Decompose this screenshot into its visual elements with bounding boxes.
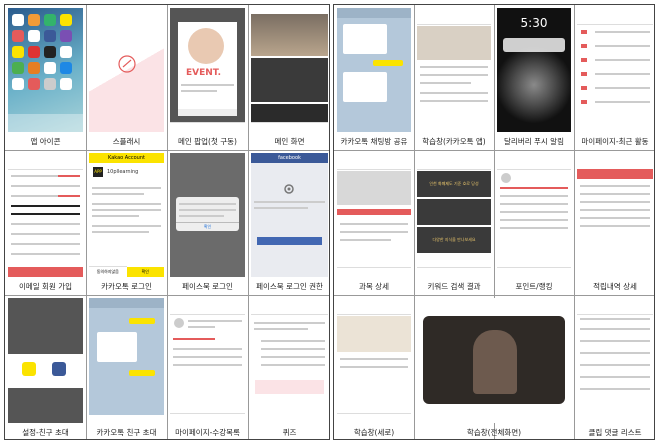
points-detail-screen	[577, 153, 653, 277]
signup-button[interactable]	[8, 267, 83, 277]
push-notification[interactable]	[503, 38, 565, 52]
lecturer-photo	[473, 330, 517, 394]
cell-facebook-permission: facebook 페이스북 로그인 권한	[248, 150, 329, 295]
signup-screen	[8, 153, 83, 277]
caption: 포인트/랭킹	[515, 282, 553, 291]
cell-mypage-activity: 마이페이지-최근 활동	[574, 5, 654, 150]
kakao-icon[interactable]	[22, 362, 36, 376]
cell-kakao-login: Kakao Account APP 10pllearning 동의하지않음 확인…	[86, 150, 167, 295]
right-panel: 카카오톡 채팅방 공유 학습창(카카오톡 앱) 5:30 달리버리 푸시 알림	[333, 4, 655, 440]
caption: 페이스북 로그인	[182, 282, 233, 291]
main-screen	[251, 8, 328, 132]
kakao-login-screen: Kakao Account APP 10pllearning 동의하지않음 확인	[89, 153, 164, 277]
facebook-permission-screen: facebook	[251, 153, 328, 277]
cell-push: 5:30 달리버리 푸시 알림	[494, 5, 574, 150]
left-panel: 앱 아이콘 스플래시 EVENT. 메인 팝업(첫 구동) 메인 화면 이메일 …	[4, 4, 330, 440]
home-screen	[8, 8, 83, 132]
caption: 퀴즈	[282, 428, 297, 437]
kakao-decline-button[interactable]: 동의하지않음	[89, 266, 127, 277]
caption: 카카오톡 로그인	[101, 282, 152, 291]
cell-points-detail: 적립내역 상세	[574, 150, 654, 295]
points-screen	[497, 153, 571, 277]
cell-keyword-search: 인천 화폐제도 기준 호로 당성 다양한 지식을 만나보세요 키워드 검색 결과	[414, 150, 494, 295]
child-photo	[188, 28, 224, 64]
caption: 설정-친구 초대	[22, 428, 69, 437]
cell-study-kakao: 학습창(카카오톡 앱)	[414, 5, 494, 150]
cell-kakao-invite: 카카오톡 친구 초대	[86, 295, 167, 439]
search-screen: 인천 화폐제도 기준 호로 당성 다양한 지식을 만나보세요	[417, 153, 491, 277]
caption: 학습창(카카오톡 앱)	[422, 137, 486, 146]
activity-screen	[577, 8, 653, 132]
facebook-icon[interactable]	[52, 362, 66, 376]
logo-icon	[118, 55, 136, 73]
caption: 앱 아이콘	[30, 137, 61, 146]
popup-screen: EVENT.	[170, 8, 245, 132]
cell-facebook-login: 확인 페이스북 로그인	[167, 150, 248, 295]
course-detail-screen	[337, 153, 411, 277]
banner-title: 인천 화폐제도 기준 호로 당성	[417, 171, 491, 197]
kakao-share-screen	[337, 8, 411, 132]
cell-email-signup: 이메일 회원 가입	[5, 150, 86, 295]
caption: 달리버리 푸시 알림	[504, 137, 564, 146]
caption: 마이페이지-수강목록	[175, 428, 240, 437]
event-text: EVENT.	[186, 68, 221, 78]
caption: 이메일 회원 가입	[18, 282, 73, 291]
cell-clip-comments: 클립 댓글 리스트	[574, 295, 654, 439]
caption: 키워드 검색 결과	[427, 282, 481, 291]
caption: 과목 상세	[359, 282, 389, 291]
comments-screen	[577, 298, 653, 423]
caption: 카카오톡 친구 초대	[96, 428, 157, 437]
banner-subtitle: 다양한 지식을 만나보세요	[417, 227, 491, 253]
kakao-service-name: 10pllearning	[107, 169, 139, 175]
cell-study-fullscreen: 학습창(전체화면)	[414, 295, 574, 439]
gear-icon	[284, 184, 294, 194]
study-kakao-screen	[417, 8, 491, 132]
quiz-screen	[251, 298, 328, 423]
kakao-confirm-button[interactable]: 확인	[126, 267, 164, 277]
caption: 메인 화면	[274, 137, 305, 146]
continue-button[interactable]	[257, 237, 322, 245]
caption: 페이스북 로그인 권한	[256, 282, 323, 291]
cell-settings-invite: 설정-친구 초대	[5, 295, 86, 439]
avatar	[174, 318, 184, 328]
caption: 마이페이지-최근 활동	[581, 137, 649, 146]
cell-quiz: 퀴즈	[248, 295, 329, 439]
study-fullscreen-screen	[417, 298, 571, 423]
invite-screen	[8, 298, 83, 423]
cell-course-detail: 과목 상세	[334, 150, 414, 295]
kakao-header: Kakao Account	[89, 153, 164, 163]
caption: 메인 팝업(첫 구동)	[178, 137, 237, 146]
lock-screen: 5:30	[497, 8, 571, 132]
caption: 학습창(세로)	[353, 428, 395, 437]
splash-screen	[89, 8, 164, 132]
lock-time: 5:30	[520, 16, 548, 30]
mypage-screen	[170, 298, 245, 423]
caption: 스플래시	[112, 137, 141, 146]
cell-mypage-courses: 마이페이지-수강목록	[167, 295, 248, 439]
study-portrait-screen	[337, 298, 411, 423]
cell-kakao-share: 카카오톡 채팅방 공유	[334, 5, 414, 150]
caption: 클립 댓글 리스트	[588, 428, 642, 437]
ok-button[interactable]: 확인	[176, 222, 239, 231]
cell-splash: 스플래시	[86, 5, 167, 150]
avatar	[501, 173, 511, 183]
facebook-login-screen: 확인	[170, 153, 245, 277]
facebook-header: facebook	[251, 153, 328, 163]
caption: 카카오톡 채팅방 공유	[340, 137, 408, 146]
caption: 적립내역 상세	[593, 282, 637, 291]
kakao-chat-screen	[89, 298, 164, 423]
kakao-app-label: APP	[93, 167, 103, 177]
cell-study-portrait: 학습창(세로)	[334, 295, 414, 439]
caption: 학습창(전체화면)	[466, 428, 522, 437]
cell-app-icon: 앱 아이콘	[5, 5, 86, 150]
cell-points-ranking: 포인트/랭킹	[494, 150, 574, 295]
cell-main-popup: EVENT. 메인 팝업(첫 구동)	[167, 5, 248, 150]
cell-main-screen: 메인 화면	[248, 5, 329, 150]
